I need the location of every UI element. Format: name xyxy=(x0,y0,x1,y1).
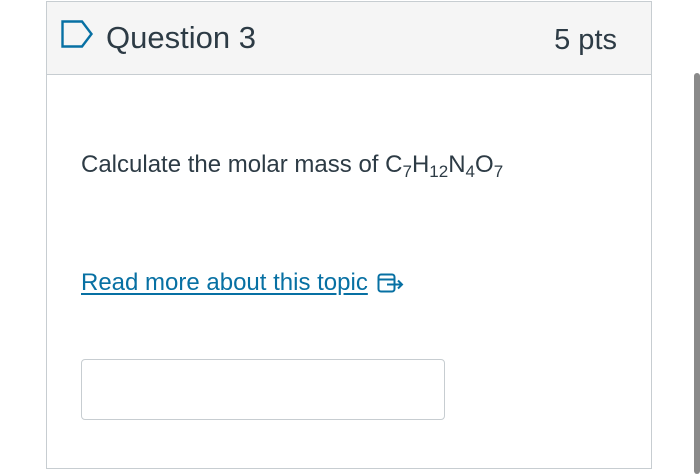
formula-subscript: 7 xyxy=(402,162,412,181)
question-header: Question 3 5 pts xyxy=(47,2,651,75)
formula-subscript: 7 xyxy=(493,162,504,181)
question-prompt: Calculate the molar mass of C7H12N4O7 xyxy=(81,149,503,181)
formula-element: N xyxy=(448,151,466,178)
read-more-label: Read more about this topic xyxy=(81,269,368,296)
flag-question-icon[interactable] xyxy=(60,19,94,49)
question-points: 5 pts xyxy=(554,24,617,56)
formula-subscript: 4 xyxy=(465,162,476,181)
formula-element: C xyxy=(385,151,403,178)
formula-element: O xyxy=(475,151,494,178)
read-more-link[interactable]: Read more about this topic xyxy=(81,268,405,298)
question-card: Question 3 5 pts Calculate the molar mas… xyxy=(46,1,652,469)
page-scrollbar[interactable] xyxy=(692,73,700,474)
question-title: Question 3 xyxy=(106,20,256,55)
scrollbar-thumb[interactable] xyxy=(694,73,700,474)
chemical-formula: C7H12N4O7 xyxy=(385,151,504,181)
question-prompt-text: Calculate the molar mass of xyxy=(81,151,386,178)
formula-element: H xyxy=(411,151,430,178)
external-link-icon xyxy=(377,272,405,294)
formula-subscript: 12 xyxy=(429,162,449,181)
answer-input[interactable] xyxy=(81,359,445,420)
